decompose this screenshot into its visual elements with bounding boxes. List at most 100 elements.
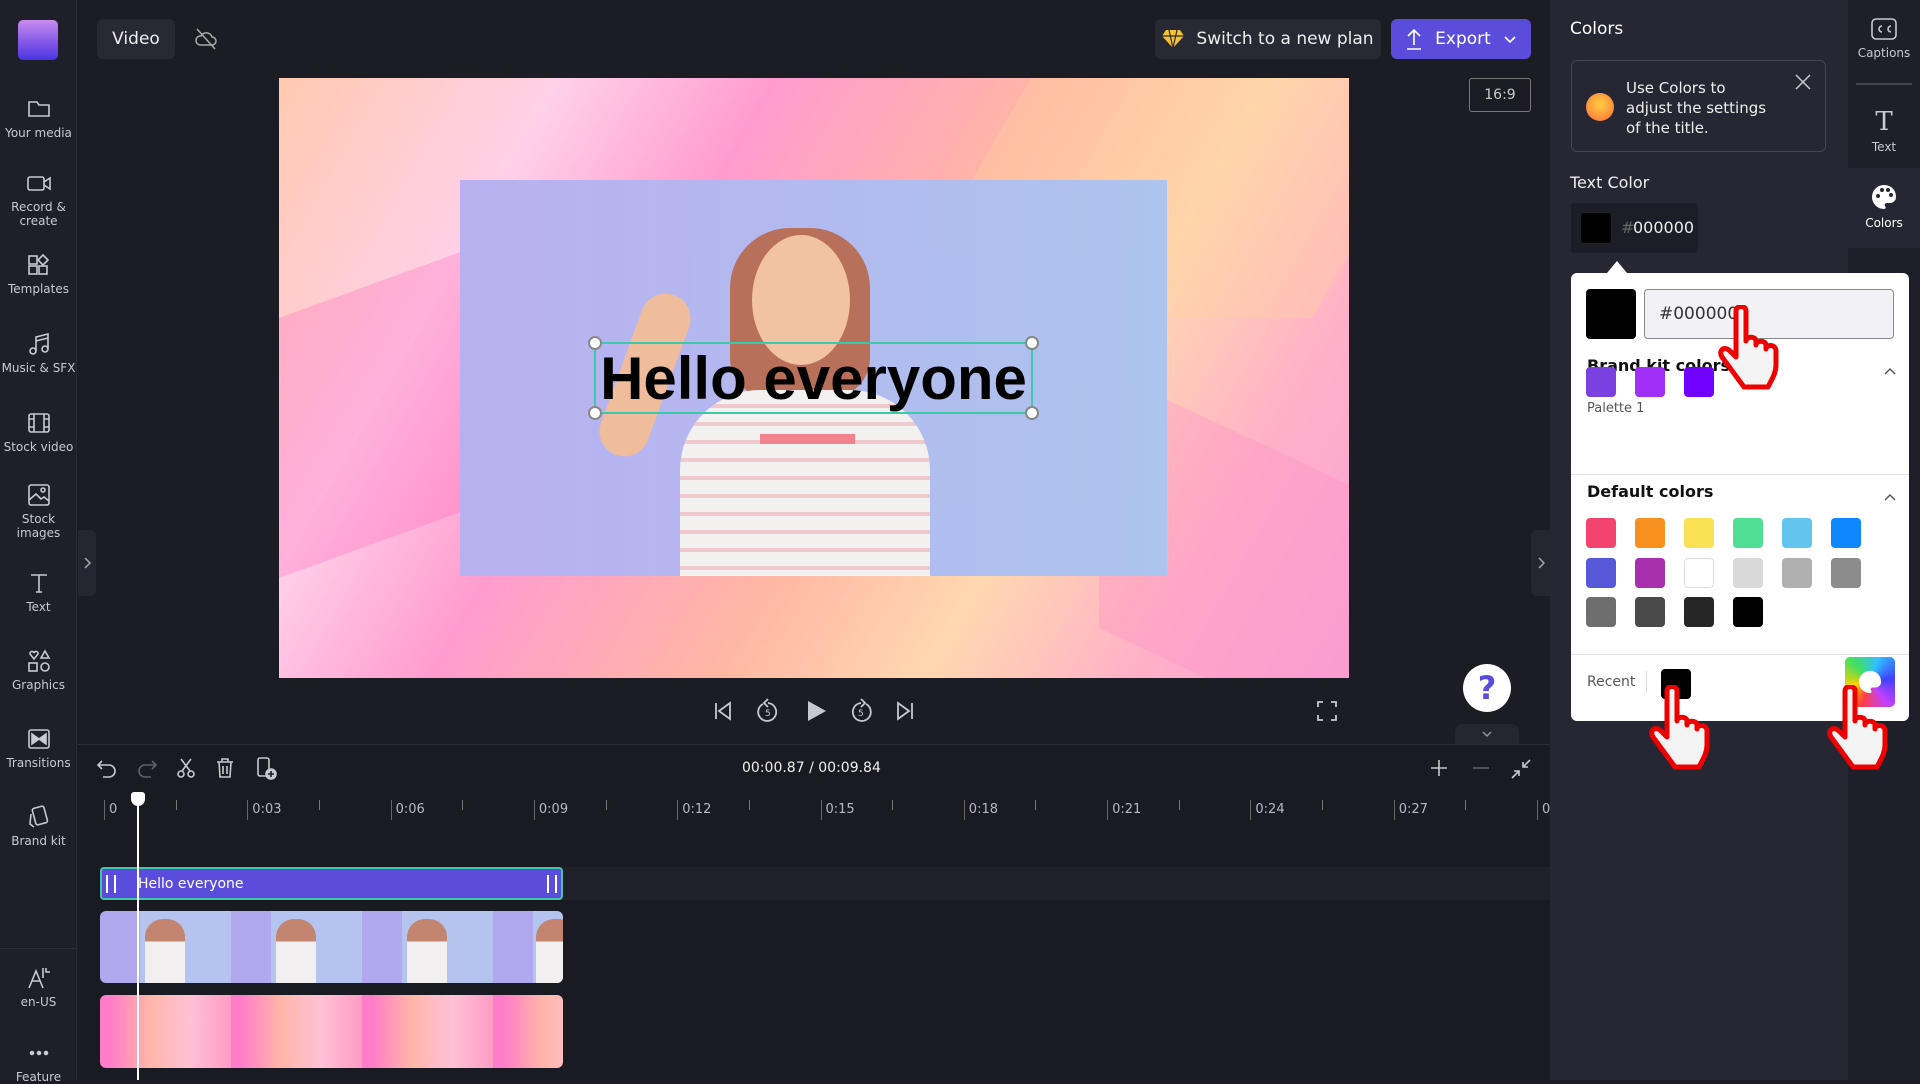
- color-swatch[interactable]: [1782, 518, 1812, 548]
- rail-item-text[interactable]: T Text: [1848, 108, 1920, 154]
- color-swatch[interactable]: [1684, 597, 1714, 627]
- export-label: Export: [1435, 29, 1491, 49]
- text-color-field[interactable]: # 000000: [1571, 203, 1698, 253]
- sidebar-item-music-sfx[interactable]: Music & SFX: [0, 331, 77, 375]
- resize-handle[interactable]: [588, 406, 602, 420]
- panel-title: Colors: [1570, 19, 1624, 39]
- chevron-up-icon[interactable]: [1884, 367, 1896, 375]
- rewind-5-icon[interactable]: 5: [755, 698, 781, 728]
- color-swatch[interactable]: [1586, 518, 1616, 548]
- video-preview[interactable]: Hello everyone: [279, 78, 1349, 678]
- clip-trim-handle-left[interactable]: [106, 875, 116, 893]
- sidebar-item-text[interactable]: Text: [0, 570, 77, 614]
- play-icon[interactable]: [803, 698, 829, 728]
- resize-handle[interactable]: [1025, 406, 1039, 420]
- rail-label: Captions: [1857, 46, 1911, 60]
- undo-icon[interactable]: [96, 757, 118, 783]
- sidebar-item-en-us[interactable]: en-US: [0, 965, 77, 1009]
- color-swatch[interactable]: [1586, 557, 1616, 588]
- color-swatch[interactable]: [1831, 557, 1861, 588]
- rail-label: Colors: [1865, 216, 1903, 230]
- color-swatch[interactable]: [1684, 557, 1714, 588]
- sidebar-item-stock[interactable]: Stock images: [0, 482, 77, 540]
- sidebar-item-label: Graphics: [12, 678, 65, 692]
- resize-handle[interactable]: [1025, 336, 1039, 350]
- sidebar-item-templates[interactable]: Templates: [0, 252, 77, 296]
- title-text[interactable]: Hello everyone: [600, 344, 1027, 413]
- collapse-right-panel-button[interactable]: [1531, 530, 1550, 596]
- color-swatch[interactable]: [1831, 518, 1861, 548]
- close-icon[interactable]: [1794, 73, 1812, 95]
- color-swatch[interactable]: [1733, 597, 1763, 627]
- color-swatch[interactable]: [1586, 367, 1616, 397]
- hand-pointer-icon: [1718, 305, 1779, 390]
- sidebar-item-transitions[interactable]: Transitions: [0, 726, 77, 770]
- default-colors-heading: Default colors: [1587, 482, 1714, 501]
- project-name-button[interactable]: Video: [97, 19, 175, 59]
- sidebar-item-label: Stock video: [3, 440, 74, 454]
- sidebar-item-brand-kit[interactable]: Brand kit: [0, 804, 77, 848]
- fullscreen-icon[interactable]: [1316, 700, 1338, 726]
- fit-timeline-icon[interactable]: [1510, 758, 1532, 784]
- color-swatch[interactable]: [1586, 597, 1616, 627]
- total-time: 00:09.84: [818, 760, 881, 776]
- skip-to-end-icon[interactable]: [893, 699, 917, 727]
- ruler-minor-tick: [1178, 800, 1180, 810]
- zoom-out-icon[interactable]: [1471, 758, 1491, 782]
- scissors-icon[interactable]: [175, 757, 197, 783]
- text-color-value: 000000: [1633, 218, 1695, 237]
- color-swatch[interactable]: [1684, 367, 1714, 397]
- sidebar-item-graphics[interactable]: Graphics: [0, 648, 77, 692]
- add-to-timeline-icon[interactable]: [254, 756, 278, 784]
- diamond-icon: [1162, 29, 1185, 49]
- app-logo[interactable]: [18, 20, 58, 60]
- color-swatch[interactable]: [1635, 518, 1665, 548]
- trash-icon[interactable]: [214, 757, 236, 783]
- resize-handle[interactable]: [588, 336, 602, 350]
- playhead-handle[interactable]: [131, 792, 145, 806]
- forward-5-icon[interactable]: 5: [848, 698, 874, 728]
- brand-kit-icon: [28, 805, 48, 828]
- text-clip[interactable]: Hello everyone: [100, 867, 563, 900]
- ruler-tick-label: 0:21: [1107, 800, 1141, 820]
- shirt-stripe: [760, 434, 855, 444]
- color-swatch[interactable]: [1635, 597, 1665, 627]
- sidebar-item-your-media[interactable]: Your media: [0, 96, 77, 140]
- ruler-tick-label: 0:24: [1250, 800, 1285, 820]
- sidebar-item-feature[interactable]: Feature: [0, 1040, 77, 1084]
- video-clip[interactable]: [100, 911, 563, 983]
- redo-icon[interactable]: [136, 757, 158, 783]
- rail-item-colors[interactable]: Colors: [1848, 168, 1920, 248]
- upload-icon: [1407, 28, 1422, 50]
- hand-pointer-icon: [1649, 685, 1710, 770]
- ruler-tick-label: 0:12: [677, 800, 711, 820]
- chevron-up-icon[interactable]: [1884, 493, 1896, 501]
- skip-to-start-icon[interactable]: [711, 699, 735, 727]
- current-time: 00:00.87: [742, 760, 805, 776]
- help-button[interactable]: ?: [1463, 664, 1511, 712]
- popup-pointer: [1607, 261, 1627, 273]
- clip-trim-handle-right[interactable]: [547, 875, 557, 893]
- switch-plan-button[interactable]: Switch to a new plan: [1155, 19, 1381, 59]
- current-color-swatch: [1586, 289, 1636, 339]
- sidebar-item-stock-video[interactable]: Stock video: [0, 410, 77, 454]
- rail-item-captions[interactable]: Captions: [1848, 18, 1920, 60]
- color-swatch[interactable]: [1635, 367, 1665, 397]
- sidebar-item-record[interactable]: Record & create: [0, 170, 77, 228]
- background-clip[interactable]: [100, 995, 563, 1068]
- title-text-box[interactable]: Hello everyone: [588, 336, 1039, 420]
- ruler-tick-label: 0:27: [1393, 800, 1428, 820]
- color-swatch[interactable]: [1635, 557, 1665, 588]
- recent-label: Recent: [1587, 674, 1636, 690]
- zoom-in-icon[interactable]: [1429, 758, 1449, 782]
- export-button[interactable]: Export: [1391, 19, 1531, 59]
- color-swatch[interactable]: [1733, 557, 1763, 588]
- collapse-timeline-button[interactable]: [1455, 724, 1519, 744]
- playhead[interactable]: [137, 800, 139, 1080]
- aspect-ratio-button[interactable]: 16:9: [1469, 78, 1531, 112]
- cloud-off-icon[interactable]: [193, 26, 219, 56]
- color-swatch[interactable]: [1733, 518, 1763, 548]
- expand-left-panel-button[interactable]: [78, 530, 96, 596]
- color-swatch[interactable]: [1684, 518, 1714, 548]
- color-swatch[interactable]: [1782, 557, 1812, 588]
